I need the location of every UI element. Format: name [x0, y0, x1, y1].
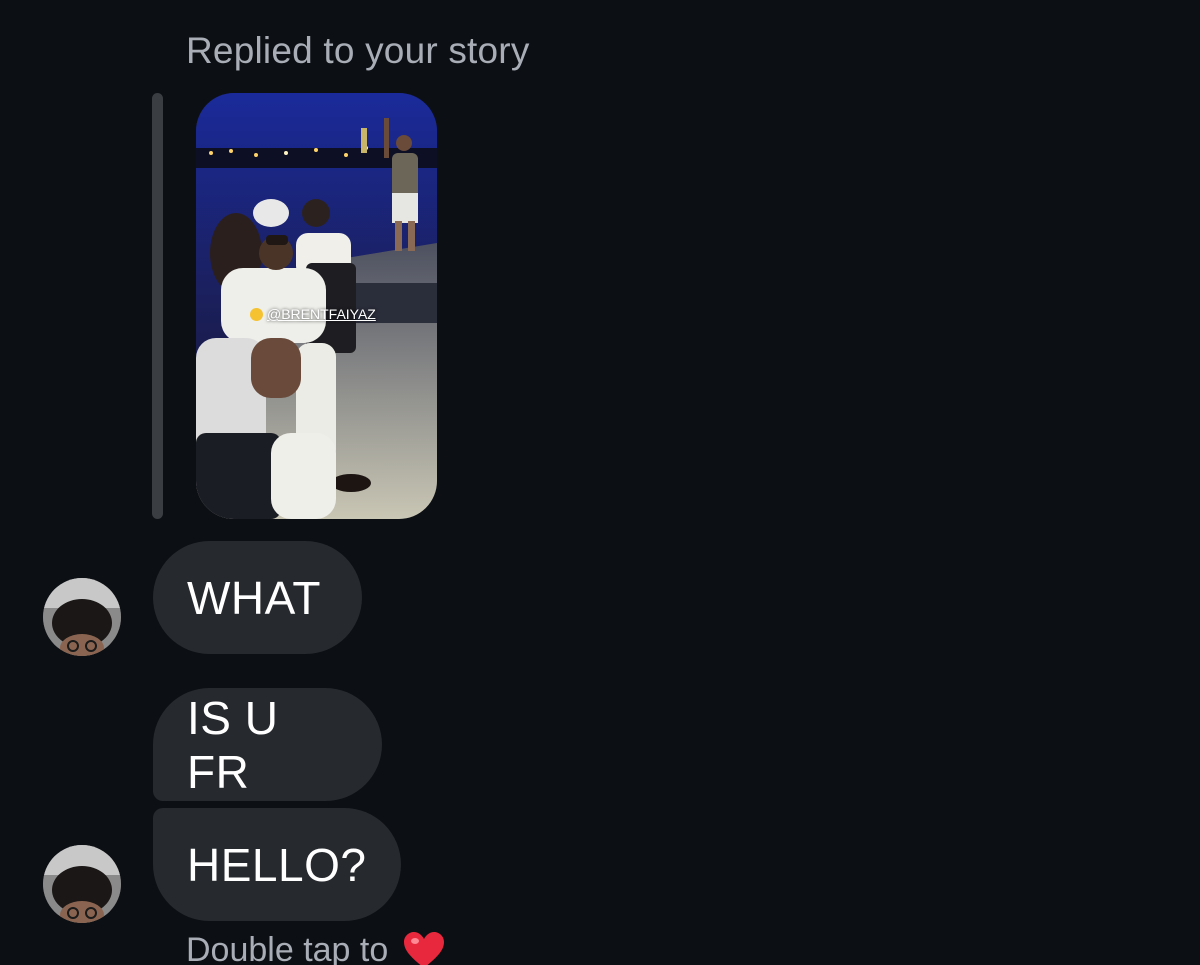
reply-indicator-bar: [152, 93, 163, 519]
message-text: HELLO?: [187, 838, 367, 891]
message-bubble[interactable]: HELLO?: [153, 808, 401, 921]
hug-emoji-icon: [250, 307, 263, 321]
avatar-photo: [43, 578, 121, 656]
double-tap-hint: Double tap to: [186, 930, 446, 965]
story-mention-text: @BRENTFAIYAZ: [267, 306, 376, 322]
message-text: WHAT: [187, 571, 322, 624]
double-tap-text: Double tap to: [186, 930, 389, 965]
dm-thread: Replied to your story @BRENTFAIYAZ WHAT …: [0, 0, 1200, 965]
avatar[interactable]: [43, 578, 121, 656]
story-mention-tag[interactable]: @BRENTFAIYAZ: [250, 306, 376, 322]
message-bubble[interactable]: IS U FR: [153, 688, 382, 801]
message-text: IS U FR: [187, 691, 279, 798]
message-bubble[interactable]: WHAT: [153, 541, 362, 654]
story-thumbnail[interactable]: @BRENTFAIYAZ: [196, 93, 437, 519]
heart-icon[interactable]: [402, 930, 446, 965]
story-reply-caption: Replied to your story: [186, 30, 530, 71]
avatar-photo: [43, 845, 121, 923]
avatar[interactable]: [43, 845, 121, 923]
